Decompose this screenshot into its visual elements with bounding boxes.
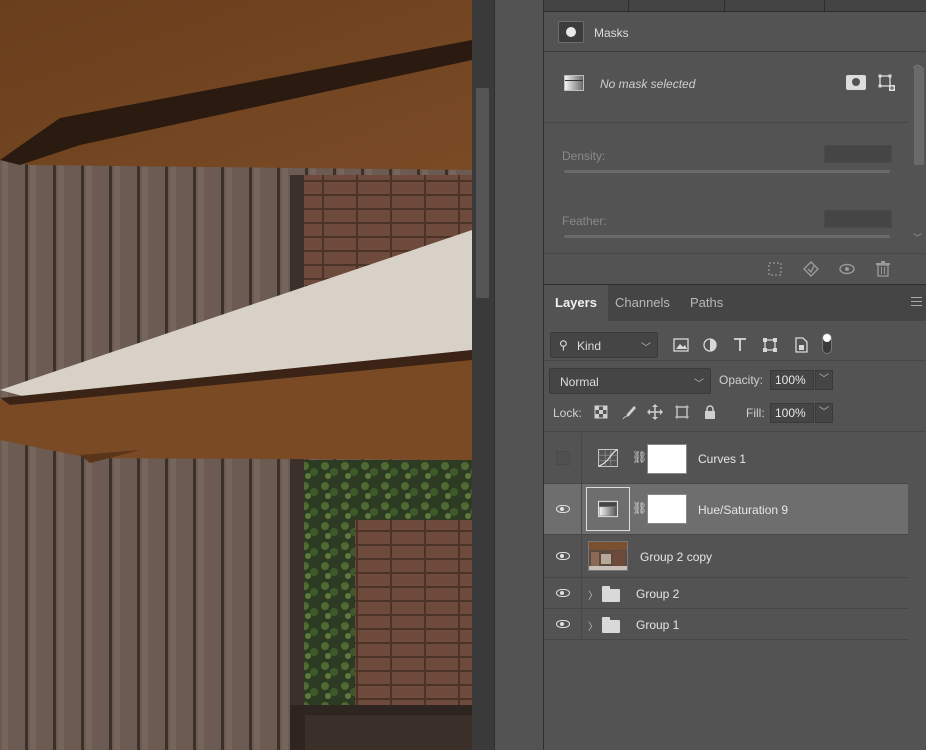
- layer-row-curves[interactable]: ⛓ Curves 1: [544, 433, 908, 484]
- lock-all-icon[interactable]: [702, 404, 718, 420]
- tab-separator: [824, 0, 825, 12]
- panel-menu-icon[interactable]: [911, 297, 922, 306]
- blend-mode-label: Normal: [560, 375, 599, 389]
- chevron-down-icon: ﹀: [641, 343, 651, 354]
- folder-icon: [602, 586, 620, 602]
- visibility-cell[interactable]: [544, 433, 582, 483]
- masks-properties: No mask selected Density: Feather:: [544, 53, 908, 283]
- curves-adjustment-icon[interactable]: [586, 441, 630, 475]
- type-layer-filter-icon[interactable]: [731, 336, 749, 354]
- chevron-down-icon: ﹀: [694, 379, 704, 390]
- properties-scroll-thumb[interactable]: [914, 67, 924, 165]
- layer-name[interactable]: Group 2: [636, 587, 679, 601]
- lock-fill-row: Lock: Fill: 100% ﹀: [544, 394, 926, 432]
- lock-label: Lock:: [553, 406, 582, 420]
- layer-name[interactable]: Group 1: [636, 618, 679, 632]
- properties-layers-panel: Masks No mask selected Density: Feather:…: [544, 0, 926, 750]
- load-selection-icon[interactable]: [766, 260, 784, 278]
- opacity-input[interactable]: 100%: [770, 370, 814, 390]
- mask-link-icon[interactable]: ⛓: [632, 450, 647, 464]
- layers-tab-bar: Layers Channels Paths: [544, 284, 926, 322]
- masks-title: Masks: [594, 26, 629, 40]
- filter-toggle-switch[interactable]: [822, 333, 832, 354]
- folder-icon: [602, 617, 620, 633]
- lock-artboard-icon[interactable]: [674, 404, 690, 420]
- feather-slider[interactable]: [564, 235, 890, 238]
- document-canvas[interactable]: [0, 0, 472, 750]
- layer-thumbnail[interactable]: [588, 541, 628, 571]
- expand-group-icon[interactable]: 〉: [588, 587, 598, 602]
- layer-mask-icon: [558, 21, 584, 43]
- top-panel-tabs: [544, 0, 926, 12]
- properties-scrollbar[interactable]: ︿ ﹀: [908, 53, 926, 246]
- hue-saturation-icon: [564, 75, 584, 91]
- layer-mask-thumbnail[interactable]: [647, 494, 687, 524]
- visibility-off-box[interactable]: [556, 451, 570, 465]
- layer-row-group-1[interactable]: 〉 Group 1: [544, 609, 908, 640]
- no-mask-text: No mask selected: [600, 77, 696, 91]
- tab-channels[interactable]: Channels: [604, 285, 681, 322]
- trash-icon[interactable]: [874, 260, 892, 278]
- layer-name[interactable]: Group 2 copy: [640, 550, 712, 564]
- visibility-cell[interactable]: [544, 578, 582, 608]
- layer-mask-thumbnail[interactable]: [647, 444, 687, 474]
- blend-opacity-row: Normal ﹀ Opacity: 100% ﹀: [544, 360, 926, 394]
- add-pixel-mask-icon[interactable]: [846, 75, 866, 90]
- eye-icon[interactable]: [556, 589, 570, 597]
- filter-kind-label: Kind: [577, 339, 602, 353]
- density-slider[interactable]: [564, 170, 890, 173]
- canvas-image: [0, 0, 472, 750]
- eye-icon[interactable]: [556, 620, 570, 628]
- layer-name[interactable]: Hue/Saturation 9: [698, 503, 788, 517]
- feather-input[interactable]: [824, 210, 892, 228]
- layer-thumbnail-image: [589, 542, 627, 570]
- adjustment-layer-filter-icon[interactable]: [701, 336, 719, 354]
- layer-row-group-2[interactable]: 〉 Group 2: [544, 578, 908, 609]
- lock-transparent-pixels-icon[interactable]: [593, 404, 609, 420]
- visibility-cell[interactable]: [544, 609, 582, 639]
- canvas-scroll-thumb[interactable]: [476, 88, 489, 298]
- mask-info-row: No mask selected: [544, 53, 908, 123]
- shape-layer-filter-icon[interactable]: [761, 336, 779, 354]
- pixel-layer-filter-icon[interactable]: [672, 336, 690, 354]
- opacity-dropdown-button[interactable]: ﹀: [815, 370, 833, 390]
- filter-kind-select[interactable]: ⚲ Kind ﹀: [550, 332, 658, 358]
- search-icon: ⚲: [559, 338, 568, 352]
- blend-mode-select[interactable]: Normal ﹀: [549, 368, 711, 394]
- add-vector-mask-icon[interactable]: [878, 74, 896, 92]
- layers-scrollbar[interactable]: [908, 433, 926, 750]
- feather-label: Feather:: [562, 214, 607, 228]
- layer-name[interactable]: Curves 1: [698, 452, 746, 466]
- fill-dropdown-button[interactable]: ﹀: [815, 403, 833, 423]
- eye-icon[interactable]: [556, 505, 570, 513]
- opacity-label: Opacity:: [719, 373, 764, 387]
- visibility-cell[interactable]: [544, 484, 582, 534]
- apply-mask-icon[interactable]: [802, 260, 820, 278]
- mask-link-icon[interactable]: ⛓: [632, 501, 647, 515]
- expand-group-icon[interactable]: 〉: [588, 618, 598, 633]
- tab-separator: [724, 0, 725, 12]
- visibility-cell[interactable]: [544, 535, 582, 577]
- smart-object-filter-icon[interactable]: [792, 336, 810, 354]
- tab-paths[interactable]: Paths: [679, 285, 734, 322]
- layer-filter-row: ⚲ Kind ﹀: [544, 321, 926, 359]
- tab-layers[interactable]: Layers: [544, 285, 608, 322]
- fill-input[interactable]: 100%: [770, 403, 814, 423]
- eye-icon[interactable]: [838, 260, 856, 278]
- layer-row-group-2-copy[interactable]: Group 2 copy: [544, 535, 908, 578]
- density-label: Density:: [562, 149, 606, 163]
- layer-row-hue-saturation[interactable]: ⛓ Hue/Saturation 9: [544, 484, 908, 535]
- masks-header: Masks: [544, 12, 926, 52]
- scroll-down-icon[interactable]: ﹀: [913, 231, 922, 244]
- panel-gutter: [494, 0, 544, 750]
- fill-label: Fill:: [746, 406, 765, 420]
- density-input[interactable]: [824, 145, 892, 163]
- lock-image-pixels-icon[interactable]: [621, 404, 637, 420]
- mask-actions-bar: [544, 253, 926, 283]
- hue-saturation-icon[interactable]: [586, 487, 630, 531]
- eye-icon[interactable]: [556, 552, 570, 560]
- lock-position-icon[interactable]: [647, 404, 663, 420]
- tab-separator: [628, 0, 629, 12]
